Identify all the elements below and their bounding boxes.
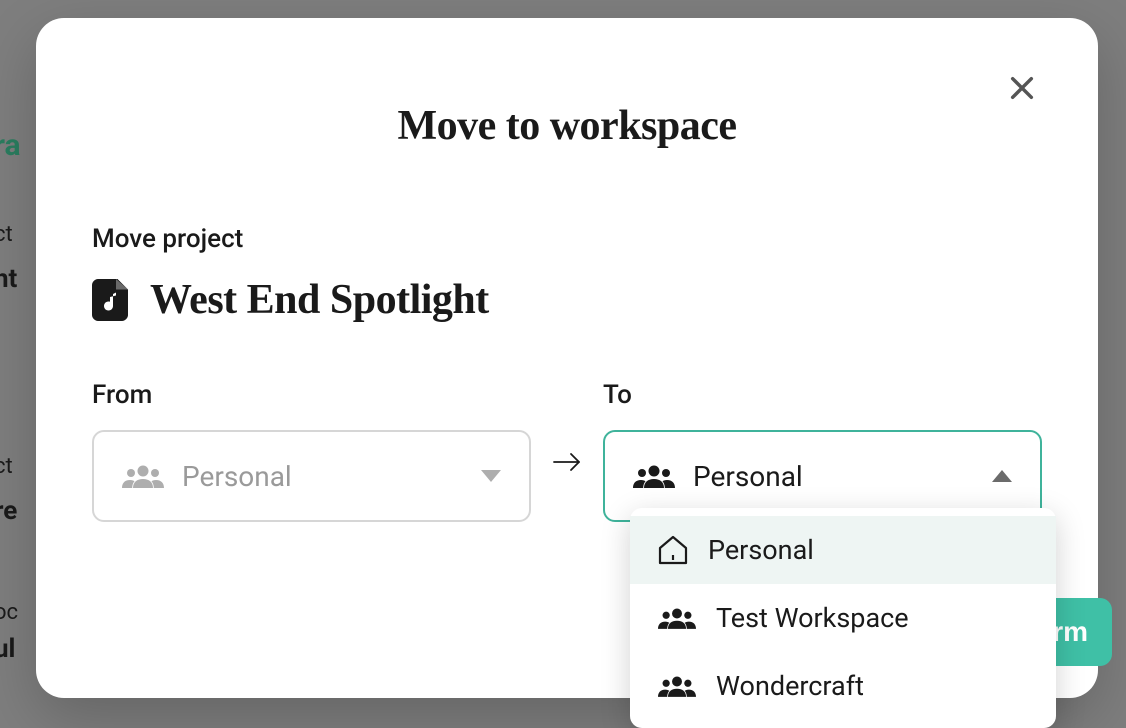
move-project-label: Move project: [92, 224, 1042, 254]
modal-title: Move to workspace: [92, 102, 1042, 150]
close-button[interactable]: [1002, 68, 1042, 108]
workspace-dropdown: Personal Test Workspace Wondercraft: [630, 508, 1056, 728]
to-select-value: Personal: [693, 460, 974, 493]
project-row: West End Spotlight: [92, 276, 1042, 324]
dropdown-option-personal[interactable]: Personal: [630, 516, 1056, 584]
to-label: To: [603, 380, 1042, 410]
bg-text: ct: [0, 222, 13, 247]
dropdown-option-label: Test Workspace: [716, 602, 909, 634]
project-name: West End Spotlight: [150, 276, 489, 324]
arrow-right-icon: [553, 452, 581, 472]
from-select-value: Personal: [182, 460, 463, 493]
close-icon: [1006, 72, 1038, 104]
people-icon: [658, 672, 696, 700]
bg-text: oc: [0, 600, 18, 625]
dropdown-option-label: Personal: [708, 534, 814, 566]
from-column: From Personal: [92, 380, 531, 522]
dropdown-option-test-workspace[interactable]: Test Workspace: [630, 584, 1056, 652]
bg-text: ct: [0, 454, 13, 479]
chevron-down-icon: [481, 470, 501, 482]
bg-text: ul: [0, 634, 15, 664]
bg-text: re: [0, 496, 17, 526]
dropdown-option-wondercraft[interactable]: Wondercraft: [630, 652, 1056, 720]
to-column: To Personal: [603, 380, 1042, 522]
house-icon: [658, 535, 688, 565]
people-icon: [658, 604, 696, 632]
people-icon: [122, 464, 164, 488]
move-row: From Personal: [92, 380, 1042, 522]
arrow-column: [553, 380, 581, 472]
dropdown-option-label: Wondercraft: [716, 670, 864, 702]
bg-text: ht: [0, 264, 17, 294]
bg-text: ra: [0, 128, 21, 163]
chevron-up-icon: [992, 470, 1012, 482]
from-select: Personal: [92, 430, 531, 522]
people-icon: [633, 464, 675, 488]
audio-file-icon: [92, 279, 128, 321]
from-label: From: [92, 380, 531, 410]
